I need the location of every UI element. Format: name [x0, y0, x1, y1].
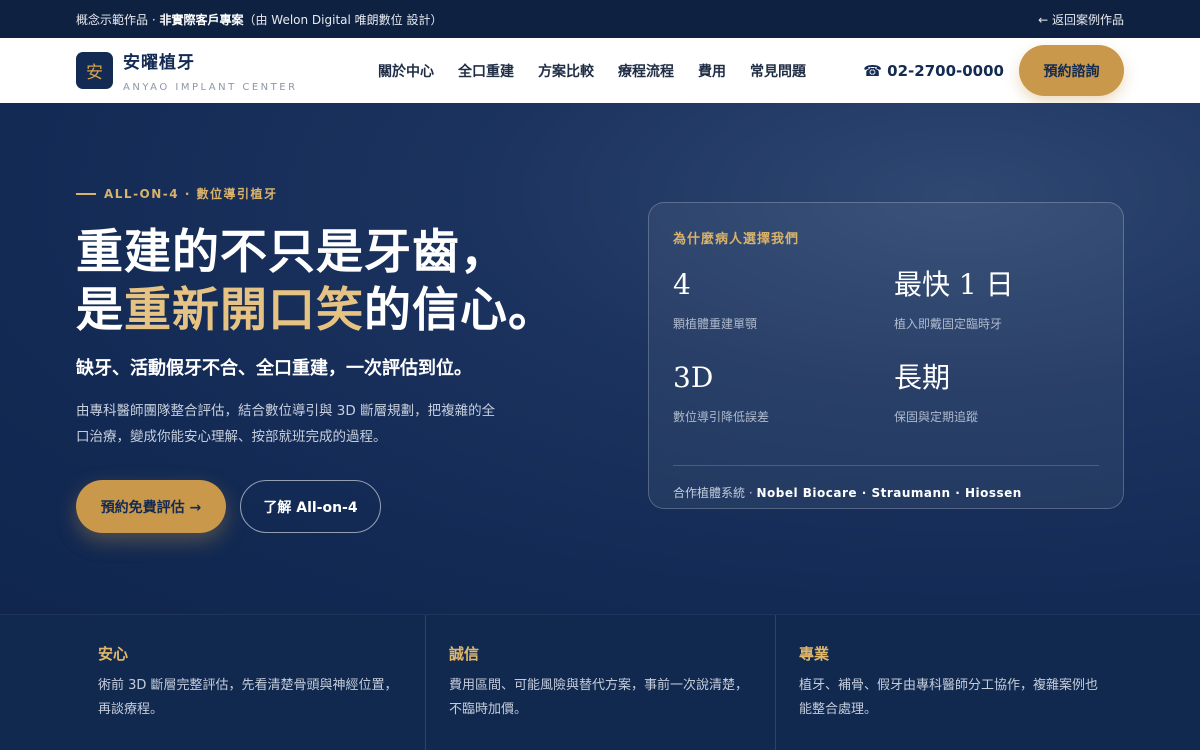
stat-value: 4 — [673, 268, 691, 301]
card-divider — [673, 465, 1099, 466]
hero-eyebrow: ALL-ON-4 · 數位導引植牙 — [76, 185, 596, 202]
stat-item: 長期 保固與定期追蹤 — [894, 362, 1099, 455]
nav-item-compare[interactable]: 方案比較 — [538, 61, 594, 81]
value-item-expertise: 專業 植牙、補骨、假牙由專科醫師分工協作，複雜案例也能整合處理。 — [776, 615, 1200, 750]
stat-value: 3D — [673, 361, 714, 394]
hero-headline: 重建的不只是牙齒， 是重新開口笑的信心。 — [76, 224, 596, 340]
value-title: 誠信 — [449, 645, 480, 663]
value-text: 術前 3D 斷層完整評估，先看清楚骨頭與神經位置，再談療程。 — [98, 678, 398, 717]
values-strip: 安心 術前 3D 斷層完整評估，先看清楚骨頭與神經位置，再談療程。 誠信 費用區… — [0, 614, 1200, 750]
value-title: 專業 — [799, 645, 830, 663]
headline-line2-pre: 是 — [76, 283, 124, 338]
stat-label: 數位導引降低誤差 — [673, 410, 770, 424]
headline-line1: 重建的不只是牙齒， — [76, 225, 508, 280]
stat-item: 最快 1 日 植入即戴固定臨時牙 — [894, 269, 1099, 362]
stat-label: 植入即戴固定臨時牙 — [894, 317, 1003, 331]
why-us-card: 為什麼病人選擇我們 4 顆植體重建單顎 最快 1 日 植入即戴固定臨時牙 3D … — [648, 202, 1124, 509]
hero-section: ALL-ON-4 · 數位導引植牙 重建的不只是牙齒， 是重新開口笑的信心。 缺… — [0, 103, 1200, 614]
back-to-portfolio-link[interactable]: ← 返回案例作品 — [1038, 11, 1124, 28]
brand-name: 安曜植牙 — [123, 53, 195, 73]
hero-body: 由專科醫師團隊整合評估，結合數位導引與 3D 斷層規劃，把複雜的全口治療，變成你… — [76, 403, 496, 445]
logo-mark-icon: 安 — [76, 52, 113, 89]
value-text: 費用區間、可能風險與替代方案，事前一次說清楚，不臨時加價。 — [449, 678, 749, 717]
stat-item: 3D 數位導引降低誤差 — [673, 362, 894, 455]
learn-all-on-4-button[interactable]: 了解 All-on-4 — [240, 480, 381, 533]
partners-prefix: 合作植體系統 · — [673, 486, 757, 500]
nav-item-about[interactable]: 關於中心 — [378, 61, 434, 81]
stat-value: 最快 1 日 — [894, 268, 1014, 301]
phone-link[interactable]: ☎ 02-2700-0000 — [863, 62, 1004, 80]
stats-grid: 4 顆植體重建單顎 最快 1 日 植入即戴固定臨時牙 3D 數位導引降低誤差 長… — [673, 269, 1099, 455]
stat-value: 長期 — [894, 361, 951, 394]
demo-notice: 概念示範作品 · 非實際客戶專案（由 Welon Digital 唯朗數位 設計… — [76, 11, 442, 28]
book-consultation-button[interactable]: 預約諮詢 — [1019, 45, 1124, 96]
value-item-peace-of-mind: 安心 術前 3D 斷層完整評估，先看清楚骨頭與神經位置，再談療程。 — [0, 615, 426, 750]
stat-label: 保固與定期追蹤 — [894, 410, 979, 424]
demo-notice-emphasis: 非實際客戶專案 — [159, 12, 244, 27]
nav-item-full-mouth[interactable]: 全口重建 — [458, 61, 514, 81]
eyebrow-line — [76, 192, 96, 195]
stat-item: 4 顆植體重建單顎 — [673, 269, 894, 362]
partner-systems: 合作植體系統 · Nobel Biocare · Straumann · Hio… — [673, 484, 1099, 501]
value-item-integrity: 誠信 費用區間、可能風險與替代方案，事前一次說清楚，不臨時加價。 — [426, 615, 776, 750]
nav-item-faq[interactable]: 常見問題 — [750, 61, 806, 81]
value-text: 植牙、補骨、假牙由專科醫師分工協作，複雜案例也能整合處理。 — [799, 678, 1099, 717]
logo[interactable]: 安 安曜植牙 ANYAO IMPLANT CENTER — [76, 48, 376, 93]
free-assessment-button[interactable]: 預約免費評估 → — [76, 480, 226, 533]
nav-item-process[interactable]: 療程流程 — [618, 61, 674, 81]
hero-subheadline: 缺牙、活動假牙不合、全口重建，一次評估到位。 — [76, 358, 472, 379]
eyebrow-text: ALL-ON-4 · 數位導引植牙 — [104, 187, 278, 201]
stat-label: 顆植體重建單顎 — [673, 317, 758, 331]
card-title: 為什麼病人選擇我們 — [673, 232, 800, 247]
headline-line2-post: 的信心。 — [364, 283, 556, 338]
headline-highlight: 重新開口笑 — [124, 283, 364, 338]
demo-notice-prefix: 概念示範作品 · — [76, 12, 160, 27]
announcement-bar: 概念示範作品 · 非實際客戶專案（由 Welon Digital 唯朗數位 設計… — [0, 0, 1200, 38]
value-title: 安心 — [98, 645, 129, 663]
demo-notice-suffix: （由 Welon Digital 唯朗數位 設計） — [243, 12, 443, 27]
partners-list: Nobel Biocare · Straumann · Hiossen — [756, 486, 1022, 500]
nav-item-fees[interactable]: 費用 — [698, 61, 726, 81]
main-nav: 關於中心 全口重建 方案比較 療程流程 費用 常見問題 — [378, 61, 806, 81]
brand-subtitle: ANYAO IMPLANT CENTER — [123, 82, 298, 93]
site-header: 安 安曜植牙 ANYAO IMPLANT CENTER 關於中心 全口重建 方案… — [0, 38, 1200, 103]
